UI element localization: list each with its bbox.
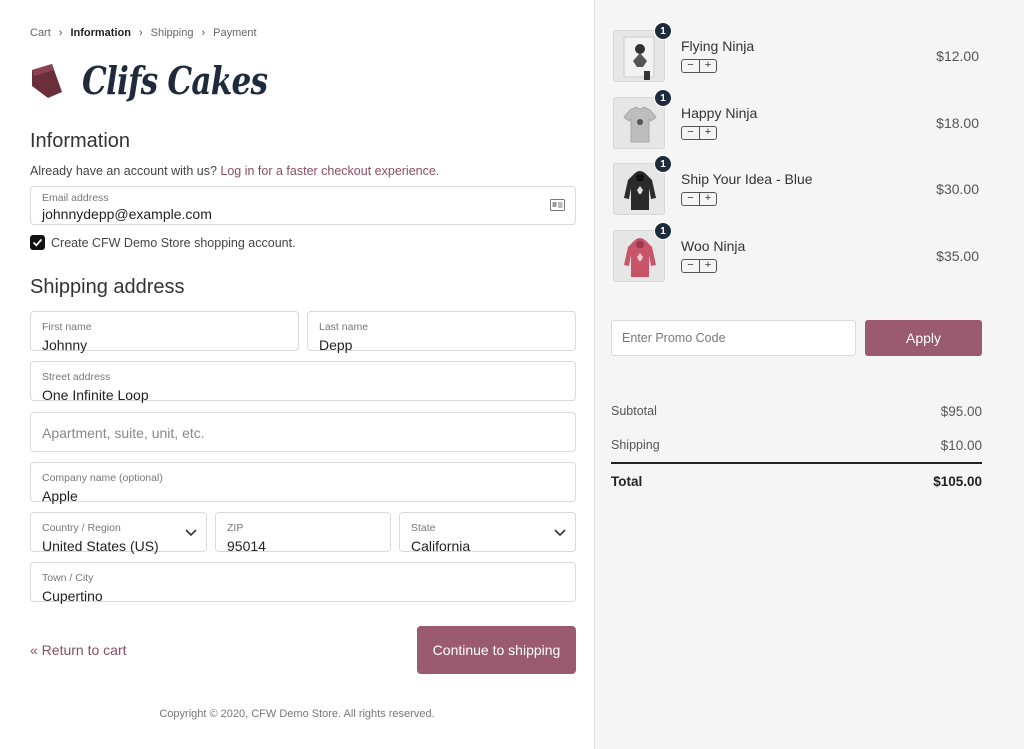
country-select[interactable]: Country / Region United States (US) [30, 512, 207, 554]
total-label: Total [611, 474, 643, 489]
subtotal-value: $95.00 [940, 404, 982, 419]
continue-to-shipping-button[interactable]: Continue to shipping [417, 626, 576, 674]
first-name-value: Johnny [42, 337, 88, 353]
total-row: Total $105.00 [611, 474, 982, 489]
item-name: Ship Your Idea - Blue [681, 171, 813, 187]
store-logo[interactable]: Clifs Cakes [30, 58, 308, 103]
zip-value: 95014 [227, 538, 266, 554]
email-value: johnnydepp@example.com [42, 206, 212, 222]
street-address-field[interactable]: Street address One Infinite Loop [30, 361, 576, 403]
subtotal-label: Subtotal [611, 404, 657, 418]
total-value: $105.00 [933, 474, 982, 489]
item-price: $18.00 [936, 115, 979, 131]
apply-promo-button[interactable]: Apply [865, 320, 982, 356]
quantity-stepper[interactable]: − + [681, 192, 717, 206]
cake-slice-icon [32, 63, 62, 98]
quantity-stepper[interactable]: − + [681, 59, 717, 73]
minus-icon[interactable]: − [682, 127, 699, 139]
zip-label: ZIP [227, 522, 244, 534]
quantity-badge: 1 [654, 155, 672, 173]
item-name: Woo Ninja [681, 238, 746, 254]
create-account-checkbox[interactable] [30, 235, 45, 250]
last-name-label: Last name [319, 321, 369, 333]
cart-item: 1 Ship Your Idea - Blue − + $30.00 [613, 155, 989, 215]
breadcrumb-payment: Payment [213, 27, 257, 39]
breadcrumb-information: Information [70, 27, 131, 39]
item-name: Flying Ninja [681, 38, 755, 54]
chevron-right-icon: › [138, 27, 143, 39]
quantity-badge: 1 [654, 89, 672, 107]
brand-name: Clifs Cakes [82, 58, 268, 103]
contact-card-icon [550, 199, 565, 211]
chevron-right-icon: › [201, 27, 206, 39]
street-address-label: Street address [42, 371, 111, 383]
apartment-field[interactable]: Apartment, suite, unit, etc. [30, 412, 576, 452]
shipping-label: Shipping [611, 438, 660, 452]
item-price: $12.00 [936, 48, 979, 64]
promo-code-input[interactable]: Enter Promo Code [611, 320, 856, 356]
quantity-stepper[interactable]: − + [681, 259, 717, 273]
cart-item: 1 Flying Ninja − + $12.00 [613, 22, 989, 82]
totals-divider [611, 462, 982, 464]
quantity-badge: 1 [654, 22, 672, 40]
first-name-field[interactable]: First name Johnny [30, 311, 299, 353]
return-to-cart-link[interactable]: « Return to cart [30, 642, 127, 658]
item-price: $35.00 [936, 248, 979, 264]
cart-item: 1 Happy Ninja − + $18.00 [613, 89, 989, 149]
last-name-field[interactable]: Last name Depp [307, 311, 576, 353]
subtotal-row: Subtotal $95.00 [611, 404, 982, 419]
shipping-row: Shipping $10.00 [611, 438, 982, 453]
email-label: Email address [42, 192, 109, 204]
plus-icon[interactable]: + [699, 60, 716, 72]
minus-icon[interactable]: − [682, 260, 699, 272]
state-value: California [411, 538, 471, 554]
cart-item: 1 Woo Ninja − + $35.00 [613, 222, 989, 282]
company-label: Company name (optional) [42, 472, 163, 484]
plus-icon[interactable]: + [699, 127, 716, 139]
country-value: United States (US) [42, 538, 159, 554]
state-label: State [411, 522, 436, 534]
copyright-text: Copyright © 2020, CFW Demo Store. All ri… [159, 708, 435, 720]
item-price: $30.00 [936, 181, 979, 197]
breadcrumb-shipping: Shipping [150, 27, 194, 39]
company-field[interactable]: Company name (optional) Apple [30, 462, 576, 504]
checkout-form-panel: Cart › Information › Shipping › Payment … [0, 0, 594, 749]
shipping-address-heading: Shipping address [30, 276, 185, 298]
minus-icon[interactable]: − [682, 193, 699, 205]
state-select[interactable]: State California [399, 512, 576, 554]
chevron-down-icon [185, 529, 197, 537]
check-icon [32, 238, 43, 247]
last-name-value: Depp [319, 337, 353, 353]
apartment-placeholder: Apartment, suite, unit, etc. [42, 425, 205, 441]
account-prompt-text: Already have an account with us? [30, 164, 217, 178]
first-name-label: First name [42, 321, 92, 333]
login-link[interactable]: Log in for a faster checkout experience. [220, 164, 439, 178]
order-summary-panel: 1 Flying Ninja − + $12.00 1 Happy Ninja … [594, 0, 1024, 749]
company-value: Apple [42, 488, 78, 504]
item-name: Happy Ninja [681, 105, 758, 121]
shipping-value: $10.00 [940, 438, 982, 453]
city-label: Town / City [42, 572, 94, 584]
country-label: Country / Region [42, 522, 121, 534]
account-prompt: Already have an account with us? Log in … [30, 164, 439, 178]
city-field[interactable]: Town / City Cupertino [30, 562, 576, 604]
create-account-label: Create CFW Demo Store shopping account. [51, 235, 296, 250]
city-value: Cupertino [42, 588, 103, 604]
street-address-value: One Infinite Loop [42, 387, 149, 403]
zip-field[interactable]: ZIP 95014 [215, 512, 391, 554]
chevron-down-icon [554, 529, 566, 537]
breadcrumb-cart[interactable]: Cart [30, 27, 51, 39]
information-heading: Information [30, 130, 131, 152]
email-field[interactable]: Email address johnnydepp@example.com [30, 186, 576, 225]
quantity-badge: 1 [654, 222, 672, 240]
plus-icon[interactable]: + [699, 260, 716, 272]
quantity-stepper[interactable]: − + [681, 126, 717, 140]
breadcrumb: Cart › Information › Shipping › Payment [30, 27, 257, 39]
plus-icon[interactable]: + [699, 193, 716, 205]
create-account-option[interactable]: Create CFW Demo Store shopping account. [30, 235, 296, 250]
minus-icon[interactable]: − [682, 60, 699, 72]
chevron-right-icon: › [58, 27, 63, 39]
